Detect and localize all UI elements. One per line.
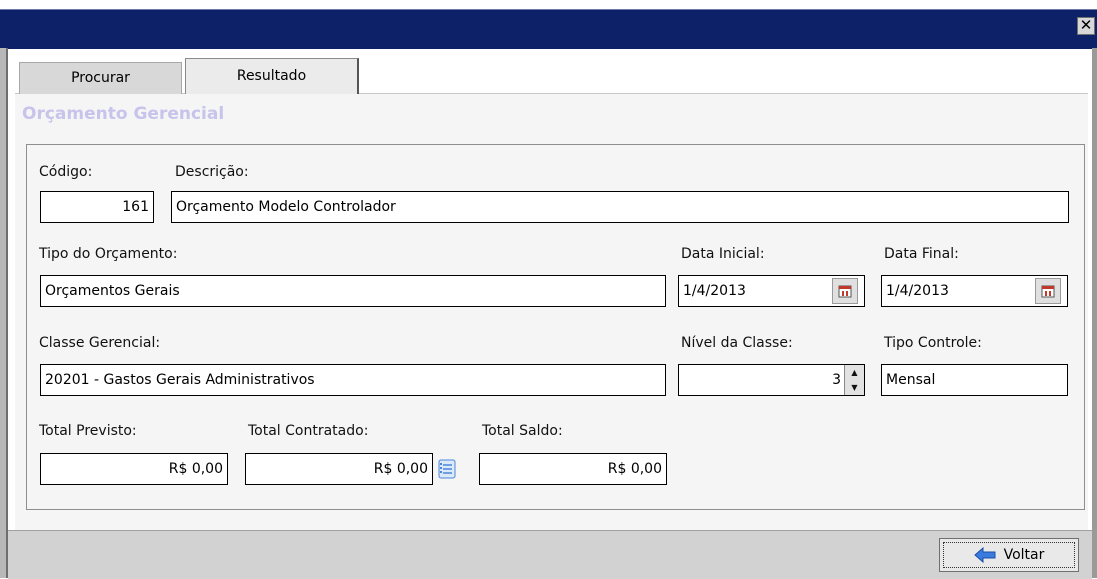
data-final-label: Data Final: — [884, 246, 959, 262]
tab-procurar[interactable]: Procurar — [19, 62, 182, 94]
close-icon[interactable]: ✕ — [1077, 17, 1095, 35]
tipo-orcamento-field[interactable]: Orçamentos Gerais — [40, 275, 666, 307]
focus-ring — [943, 542, 1075, 568]
data-inicial-value: 1/4/2013 — [683, 283, 746, 299]
classe-gerencial-field[interactable]: 20201 - Gastos Gerais Administrativos — [40, 364, 666, 396]
classe-gerencial-label: Classe Gerencial: — [39, 335, 161, 351]
tipo-controle-label: Tipo Controle: — [884, 335, 982, 351]
nivel-classe-stepper[interactable]: 3 ▲ ▼ — [678, 364, 865, 396]
total-saldo-label: Total Saldo: — [482, 423, 563, 439]
total-previsto-field[interactable]: R$ 0,00 — [40, 453, 228, 485]
tipo-orcamento-label: Tipo do Orçamento: — [39, 246, 178, 262]
document-list-icon[interactable] — [433, 455, 461, 483]
calendar-icon[interactable] — [832, 278, 858, 304]
data-inicial-label: Data Inicial: — [681, 246, 765, 262]
window-frame-right — [1092, 48, 1097, 578]
nivel-classe-label: Nível da Classe: — [681, 335, 793, 351]
spin-down-icon[interactable]: ▼ — [845, 380, 864, 395]
nivel-classe-value: 3 — [832, 372, 841, 388]
tab-resultado[interactable]: Resultado — [185, 58, 359, 94]
page-title: Orçamento Gerencial — [22, 104, 225, 124]
window-titlebar: ✕ — [0, 0, 1097, 50]
tipo-controle-field[interactable]: Mensal — [881, 364, 1068, 396]
descricao-field[interactable]: Orçamento Modelo Controlador — [171, 191, 1069, 223]
total-previsto-label: Total Previsto: — [39, 423, 137, 439]
codigo-field[interactable]: 161 — [40, 191, 154, 223]
descricao-label: Descrição: — [175, 164, 249, 180]
total-saldo-field[interactable]: R$ 0,00 — [479, 453, 667, 485]
nivel-classe-spinner[interactable]: ▲ ▼ — [844, 365, 864, 395]
titlebar-background — [0, 9, 1097, 49]
footer-bar — [8, 530, 1092, 579]
codigo-label: Código: — [39, 164, 93, 180]
voltar-button[interactable]: Voltar — [939, 538, 1079, 572]
spin-up-icon[interactable]: ▲ — [845, 365, 864, 380]
calendar-icon[interactable] — [1035, 278, 1061, 304]
window-frame-left — [0, 48, 8, 578]
total-contratado-field[interactable]: R$ 0,00 — [245, 453, 433, 485]
total-contratado-label: Total Contratado: — [248, 423, 369, 439]
data-final-value: 1/4/2013 — [886, 283, 949, 299]
